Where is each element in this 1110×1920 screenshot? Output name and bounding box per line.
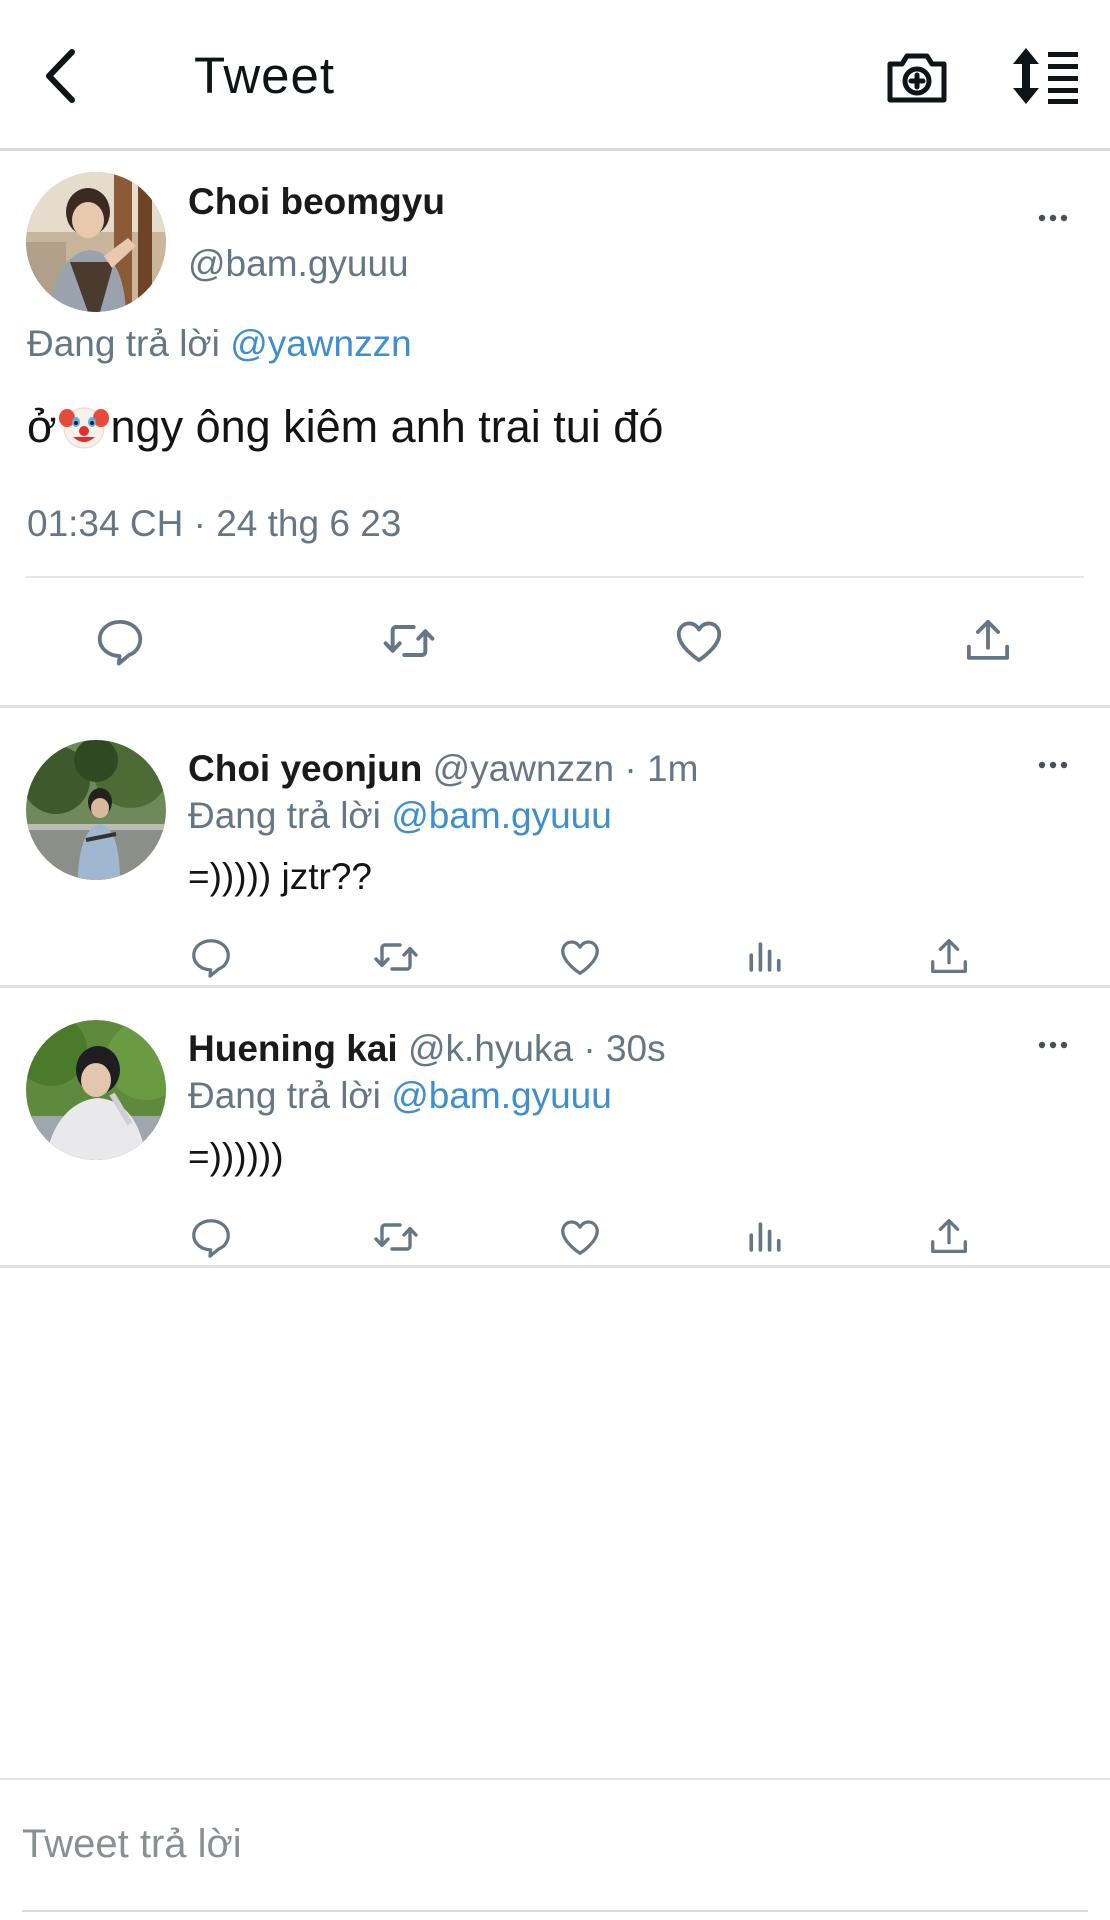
- analytics-icon[interactable]: [741, 1213, 789, 1261]
- analytics-icon[interactable]: [741, 933, 789, 981]
- avatar[interactable]: [26, 172, 166, 312]
- share-icon[interactable]: [960, 613, 1016, 669]
- mention-link[interactable]: @bam.gyuuu: [391, 1075, 612, 1116]
- reply-input[interactable]: [22, 1812, 1082, 1876]
- tweet-text: =))))) jztr??: [188, 856, 372, 897]
- avatar[interactable]: [26, 1020, 166, 1160]
- replying-to: Đang trả lời @yawnzzn: [27, 323, 412, 365]
- retweet-icon[interactable]: [372, 933, 420, 981]
- composer-underline: [22, 1910, 1088, 1912]
- more-options-icon[interactable]: [1028, 1030, 1078, 1060]
- replying-label: Đang trả lời: [27, 323, 220, 364]
- mention-link[interactable]: @yawnzzn: [230, 323, 412, 364]
- clown-face-emoji: [58, 402, 109, 452]
- mention-link[interactable]: @bam.gyuuu: [391, 795, 612, 836]
- camera-plus-icon[interactable]: [884, 46, 950, 108]
- back-arrow-icon[interactable]: [36, 44, 84, 108]
- tweet-text: =)))))): [188, 1136, 284, 1177]
- share-icon[interactable]: [925, 1213, 973, 1261]
- tweet-text-start: ở: [27, 401, 57, 452]
- replying-to: Đang trả lời @bam.gyuuu: [188, 1075, 612, 1117]
- share-icon[interactable]: [925, 933, 973, 981]
- sort-icon[interactable]: [1010, 48, 1080, 104]
- more-options-icon[interactable]: [1028, 203, 1078, 233]
- timestamp: 01:34 CH · 24 thg 6 23: [27, 503, 402, 544]
- main-tweet: Choi beomgyu @bam.gyuuu Đang trả lời @ya…: [0, 151, 1110, 708]
- author-meta: @yawnzzn · 1m: [432, 748, 699, 789]
- more-options-icon[interactable]: [1028, 750, 1078, 780]
- replying-to: Đang trả lời @bam.gyuuu: [188, 795, 612, 837]
- reply-tweet[interactable]: Huening kai @k.hyuka · 30s Đang trả lời …: [0, 988, 1110, 1268]
- author-name[interactable]: Huening kai: [188, 1028, 398, 1069]
- reply-header: Choi yeonjun @yawnzzn · 1m: [188, 748, 698, 790]
- reply-tweet[interactable]: Choi yeonjun @yawnzzn · 1m Đang trả lời …: [0, 708, 1110, 988]
- replying-label: Đang trả lời: [188, 1075, 381, 1116]
- reply-composer: [0, 1778, 1110, 1920]
- avatar[interactable]: [26, 740, 166, 880]
- author-handle[interactable]: @bam.gyuuu: [188, 243, 409, 285]
- author-meta: @k.hyuka · 30s: [407, 1028, 666, 1069]
- author-name[interactable]: Choi yeonjun: [188, 748, 422, 789]
- tweet-text: ở ngy ông kiêm anh trai tui đó: [27, 401, 663, 453]
- top-bar: Tweet: [0, 0, 1110, 151]
- page-title: Tweet: [194, 47, 336, 104]
- reply-icon[interactable]: [92, 613, 148, 669]
- retweet-icon[interactable]: [372, 1213, 420, 1261]
- like-icon[interactable]: [556, 933, 604, 981]
- reply-icon[interactable]: [187, 933, 235, 981]
- author-name[interactable]: Choi beomgyu: [188, 181, 445, 223]
- tweet-text-end: ngy ông kiêm anh trai tui đó: [110, 401, 664, 452]
- replying-label: Đang trả lời: [188, 795, 381, 836]
- reply-header: Huening kai @k.hyuka · 30s: [188, 1028, 666, 1070]
- like-icon[interactable]: [556, 1213, 604, 1261]
- retweet-icon[interactable]: [381, 613, 437, 669]
- reply-icon[interactable]: [187, 1213, 235, 1261]
- divider: [26, 576, 1084, 578]
- like-icon[interactable]: [671, 613, 727, 669]
